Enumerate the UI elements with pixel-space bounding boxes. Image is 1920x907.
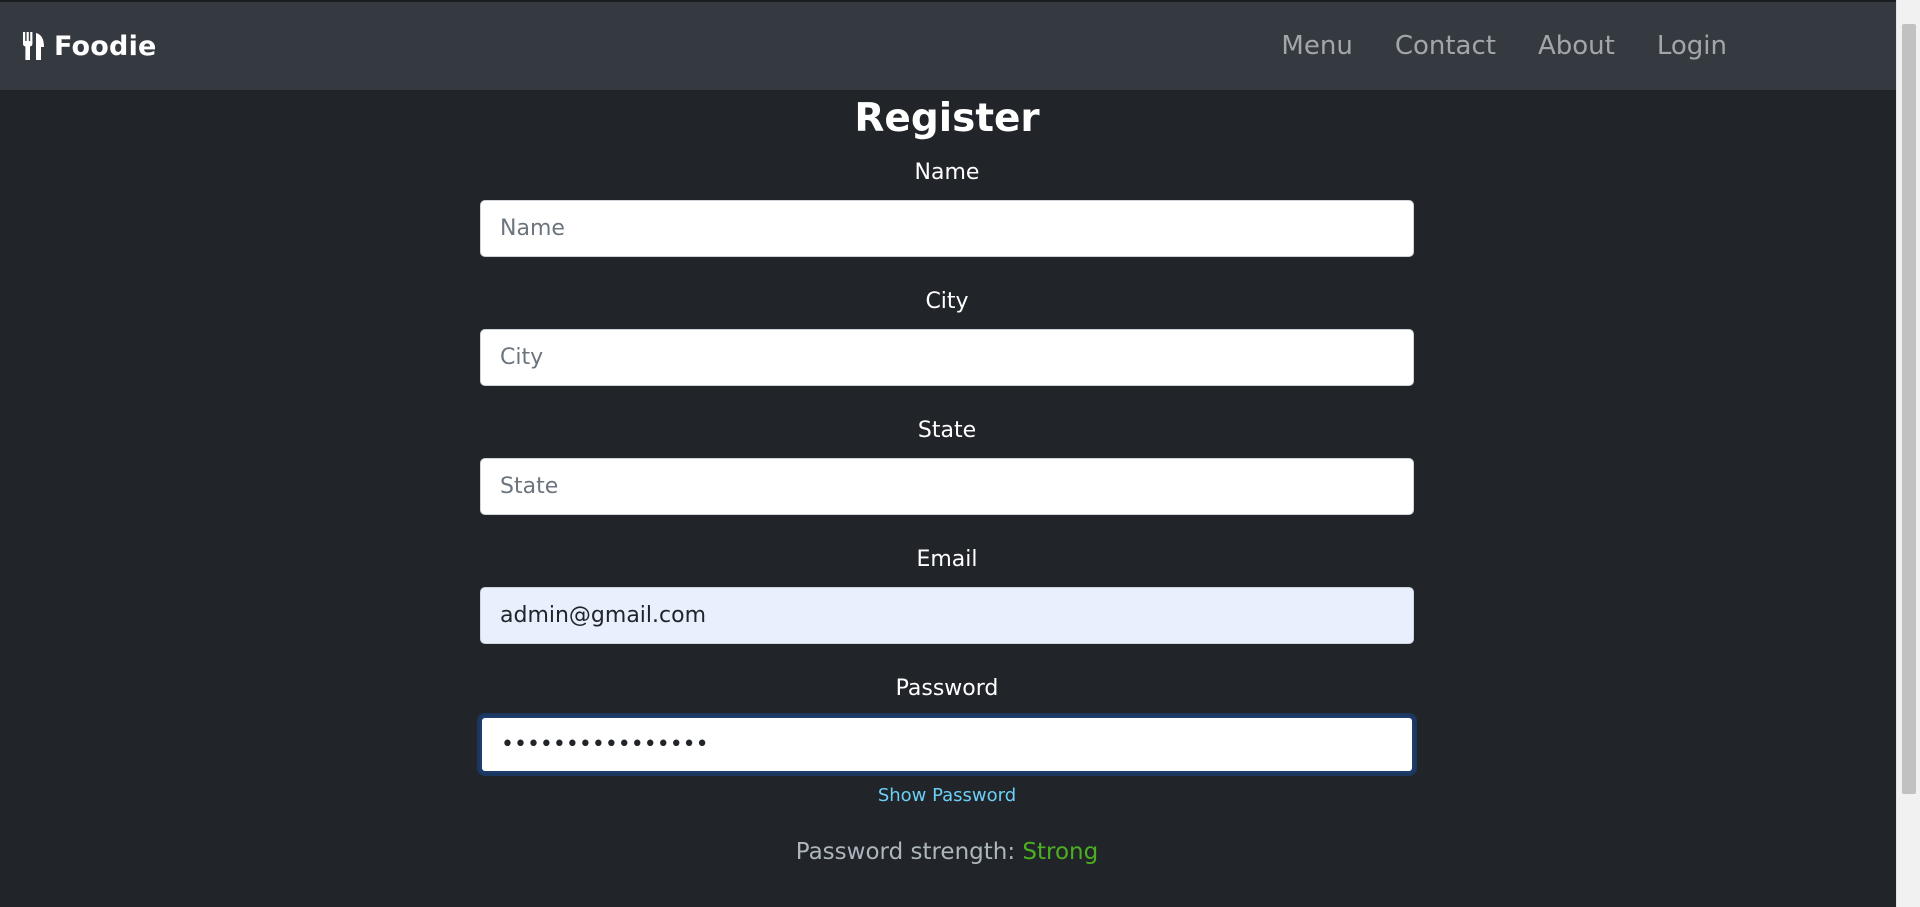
city-input[interactable] [480, 329, 1414, 386]
city-label: City [925, 289, 969, 314]
scrollbar-thumb[interactable] [1902, 24, 1916, 794]
nav-link-about[interactable]: About [1517, 31, 1636, 61]
page: Foodie Menu Contact About Login Register… [0, 0, 1920, 907]
utensils-icon [22, 31, 46, 61]
brand-link[interactable]: Foodie [22, 2, 157, 90]
password-input[interactable] [480, 716, 1414, 773]
password-strength: Password strength: Strong [480, 839, 1414, 865]
email-label: Email [916, 547, 978, 572]
nav-links: Menu Contact About Login [1260, 2, 1748, 90]
state-input[interactable] [480, 458, 1414, 515]
navbar: Foodie Menu Contact About Login [0, 2, 1896, 90]
email-input[interactable] [480, 587, 1414, 644]
show-password-link[interactable]: Show Password [480, 785, 1414, 806]
name-input[interactable] [480, 200, 1414, 257]
name-label: Name [914, 160, 980, 185]
password-label: Password [895, 676, 999, 701]
vertical-scrollbar[interactable] [1896, 0, 1920, 907]
password-strength-value: Strong [1022, 839, 1099, 865]
nav-link-menu[interactable]: Menu [1260, 31, 1373, 61]
page-title: Register [854, 96, 1040, 141]
brand-name: Foodie [54, 30, 157, 62]
password-strength-label: Password strength: [795, 839, 1016, 865]
nav-link-login[interactable]: Login [1636, 31, 1748, 61]
nav-link-contact[interactable]: Contact [1374, 31, 1517, 61]
state-label: State [917, 418, 977, 443]
